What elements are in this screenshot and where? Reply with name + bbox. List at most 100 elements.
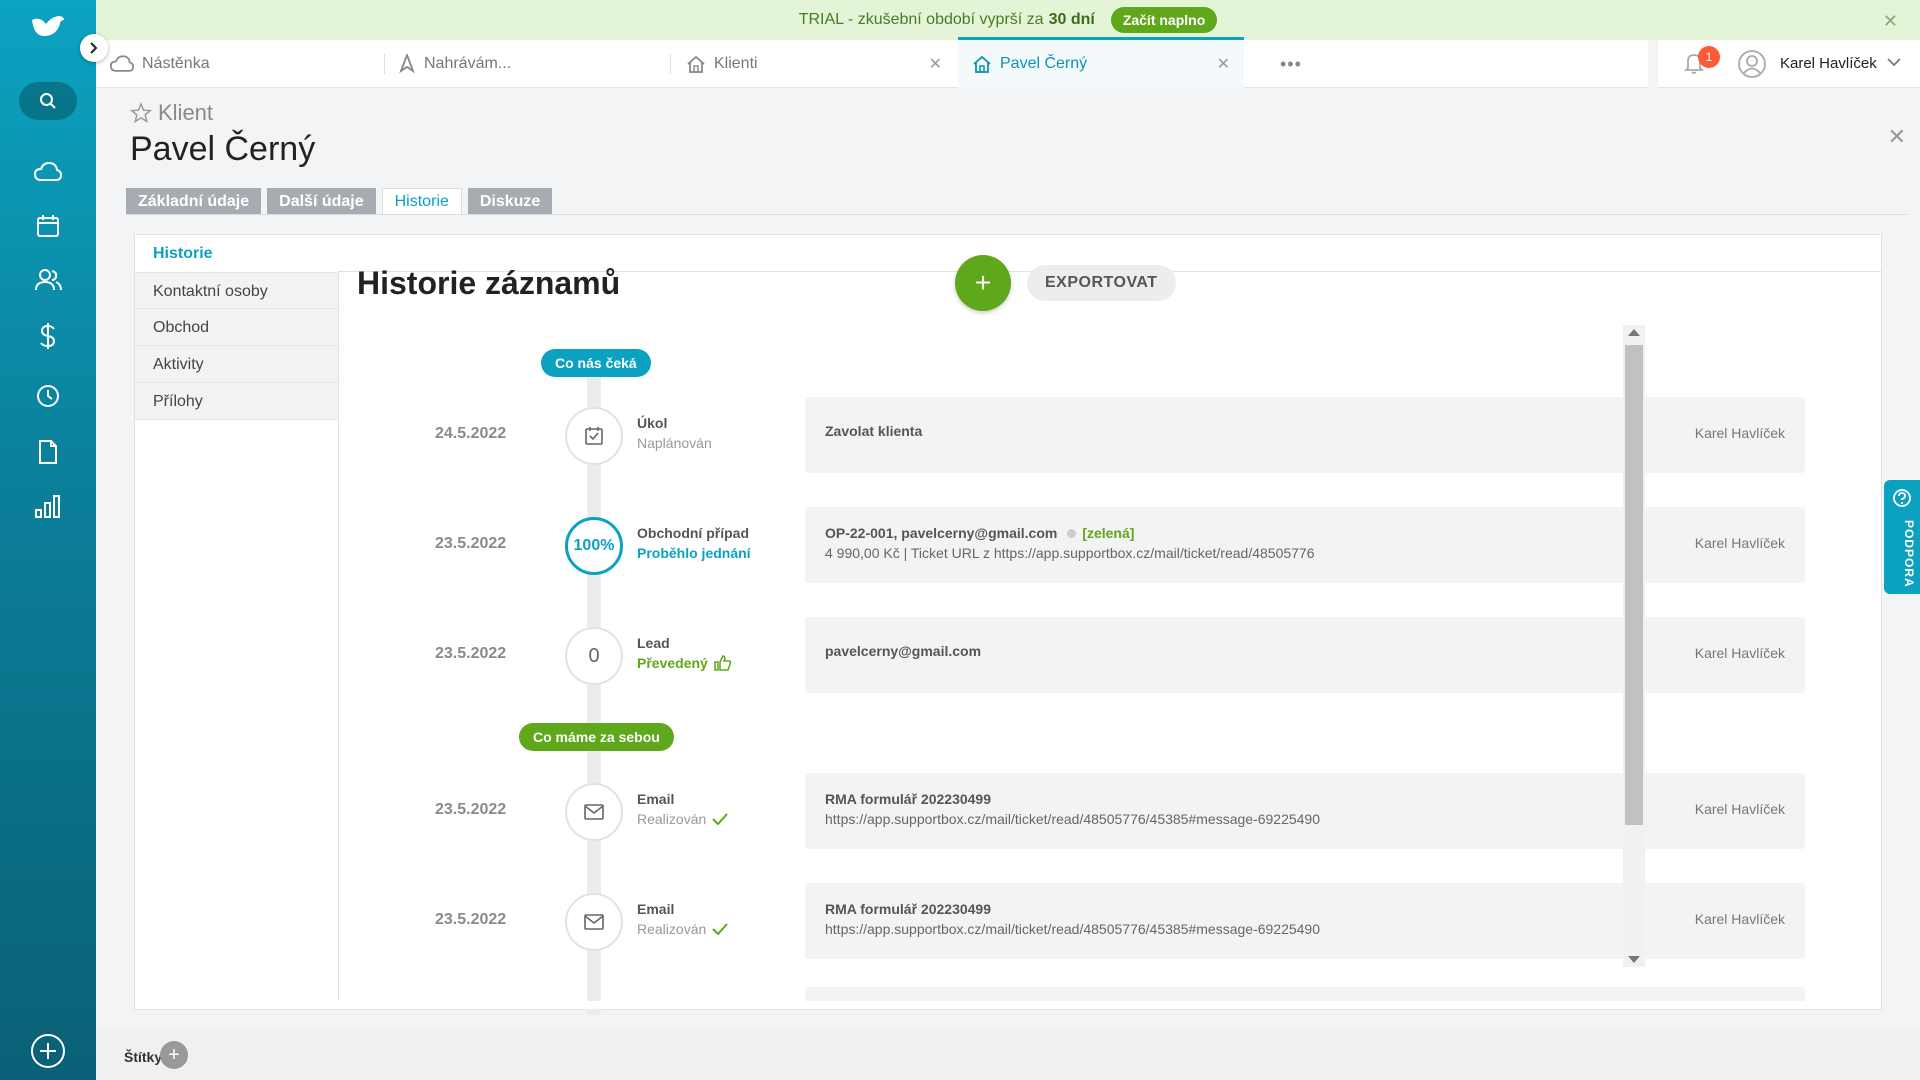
cloud-icon <box>110 55 134 73</box>
entry-owner: Karel Havlíček <box>1694 535 1785 551</box>
entry-tag: [zelená] <box>1082 525 1135 541</box>
breadcrumb-label: Klient <box>158 100 214 125</box>
more-tabs-icon[interactable]: ••• <box>1280 40 1302 88</box>
subnav-item-business[interactable]: Obchod <box>135 309 339 346</box>
user-name[interactable]: Karel Havlíček <box>1780 55 1877 72</box>
check-icon <box>712 923 729 935</box>
sidebar-item-deals[interactable] <box>32 320 64 352</box>
history-entry[interactable]: 23.5.2022 100% Obchodní případ Proběhlo … <box>135 507 1805 583</box>
entry-card[interactable]: RMA formulář 202230499 https://app.suppo… <box>805 773 1805 849</box>
history-title: Historie záznamů <box>357 265 621 301</box>
entry-date: 24.5.2022 <box>435 425 507 442</box>
entry-card[interactable]: Zavolat klienta Karel Havlíček <box>805 397 1805 473</box>
tab-label: Nástěnka <box>142 55 210 72</box>
notification-badge: 1 <box>1698 46 1720 68</box>
client-tabs: Základní údaje Další údaje Historie Disk… <box>126 188 553 215</box>
tag-dot <box>1067 529 1077 538</box>
tab-label: Pavel Černý <box>1000 55 1088 72</box>
support-label: PODPORA <box>1902 520 1916 588</box>
entry-owner: Karel Havlíček <box>1694 911 1785 927</box>
bird-logo-icon[interactable] <box>30 14 66 40</box>
sidebar-item-activities[interactable] <box>32 380 64 412</box>
tab-clients[interactable]: Klienti ✕ <box>686 40 956 88</box>
entry-status: Realizován <box>637 921 729 937</box>
avatar[interactable] <box>1738 50 1766 83</box>
chevron-down-icon[interactable] <box>1886 54 1902 75</box>
entry-detail: https://app.supportbox.cz/mail/ticket/re… <box>825 921 1321 937</box>
tab-more-info[interactable]: Další údaje <box>267 188 376 215</box>
history-entry[interactable]: 24.5.2022 Úkol Naplánován Zavolat klient… <box>135 397 1805 473</box>
scroll-down-icon[interactable] <box>1628 956 1640 963</box>
chevron-right-icon <box>90 42 98 54</box>
entry-detail: 4 990,00 Kč | Ticket URL z https://app.s… <box>825 545 1315 561</box>
notifications-button[interactable]: 1 <box>1683 46 1720 79</box>
tab-discussion[interactable]: Diskuze <box>467 188 553 215</box>
close-icon[interactable]: ✕ <box>1888 124 1906 150</box>
sidebar-item-reports[interactable] <box>32 490 64 522</box>
subnav-item-contacts[interactable]: Kontaktní osoby <box>135 272 339 309</box>
entry-date: 23.5.2022 <box>435 645 507 662</box>
entry-status: Realizován <box>637 811 729 827</box>
entry-detail: https://app.supportbox.cz/mail/ticket/re… <box>825 811 1321 827</box>
scrollbar[interactable] <box>1623 325 1645 967</box>
entry-card[interactable]: OP-22-001, pavelcerny@gmail.com [zelená] … <box>805 507 1805 583</box>
lead-indicator: 0 <box>565 627 623 685</box>
close-icon[interactable]: ✕ <box>1883 11 1898 32</box>
sidebar-item-documents[interactable] <box>32 436 64 468</box>
sidebar-item-calendar[interactable] <box>32 210 64 242</box>
tab-basic-info[interactable]: Základní údaje <box>126 188 262 215</box>
home-icon <box>686 55 706 73</box>
entry-title: RMA formulář 202230499 <box>825 791 992 807</box>
entry-title: pavelcerny@gmail.com <box>825 643 982 659</box>
email-icon <box>565 783 623 841</box>
subnav-item-activities[interactable]: Aktivity <box>135 346 339 383</box>
entry-card[interactable]: RMA formulář 202230499 https://app.suppo… <box>805 883 1805 959</box>
sidebar-item-contacts[interactable] <box>32 264 64 296</box>
entry-date: 23.5.2022 <box>435 911 507 928</box>
sidebar-toggle-button[interactable] <box>80 34 108 62</box>
subnav-item-history[interactable]: Historie <box>135 235 339 272</box>
tab-dashboard[interactable]: Nástěnka <box>110 40 380 88</box>
close-icon[interactable]: ✕ <box>1217 54 1230 74</box>
entry-date: 23.5.2022 <box>435 801 507 818</box>
help-icon <box>1893 489 1911 507</box>
history-entry[interactable]: 23.5.2022 Email Realizován RMA formulář … <box>135 773 1805 849</box>
panel-bottom-mask <box>135 1001 1881 1009</box>
star-icon[interactable] <box>130 102 152 124</box>
section-done: Co máme za sebou <box>519 723 674 751</box>
add-tag-button[interactable]: + <box>160 1041 188 1069</box>
breadcrumb: Klient <box>130 100 213 126</box>
scrollbar-thumb[interactable] <box>1625 345 1643 825</box>
add-record-button[interactable]: + <box>955 255 1011 311</box>
trial-banner: TRIAL - zkušební období vyprší za 30 dní… <box>96 0 1920 40</box>
email-icon <box>565 893 623 951</box>
entry-title: OP-22-001, pavelcerny@gmail.com [zelená] <box>825 525 1135 541</box>
cloud-icon <box>34 162 62 181</box>
home-icon <box>972 55 992 73</box>
tabs-divider <box>126 214 1908 215</box>
tab-pavel-cerny[interactable]: Pavel Černý ✕ <box>958 37 1244 88</box>
scroll-up-icon[interactable] <box>1628 329 1640 336</box>
users-icon <box>35 269 62 291</box>
tab-divider <box>384 54 385 74</box>
support-tab[interactable]: PODPORA <box>1884 480 1920 594</box>
entry-type: Email <box>637 901 675 917</box>
export-button[interactable]: EXPORTOVAT <box>1027 265 1176 301</box>
user-icon <box>1738 50 1766 78</box>
section-upcoming: Co nás čeká <box>541 349 651 377</box>
history-entry[interactable]: 23.5.2022 0 Lead Převedený pavelcerny@gm… <box>135 617 1805 693</box>
tab-uploading[interactable]: Nahrávám... <box>398 40 668 88</box>
entry-card[interactable]: pavelcerny@gmail.com Karel Havlíček <box>805 617 1805 693</box>
start-full-button[interactable]: Začít naplno <box>1110 7 1218 33</box>
tab-history[interactable]: Historie <box>381 188 462 215</box>
tab-label: Nahrávám... <box>424 55 512 72</box>
close-icon[interactable]: ✕ <box>929 54 942 74</box>
plus-circle-icon <box>31 1034 65 1068</box>
search-button[interactable] <box>19 82 77 120</box>
sidebar-item-dashboard[interactable] <box>32 156 64 188</box>
thumbs-up-icon <box>714 655 732 671</box>
sidebar-add-button[interactable] <box>30 1033 66 1069</box>
entry-type: Úkol <box>637 415 668 431</box>
rocket-icon <box>398 54 416 74</box>
history-entry[interactable]: 23.5.2022 Email Realizován RMA formulář … <box>135 883 1805 959</box>
